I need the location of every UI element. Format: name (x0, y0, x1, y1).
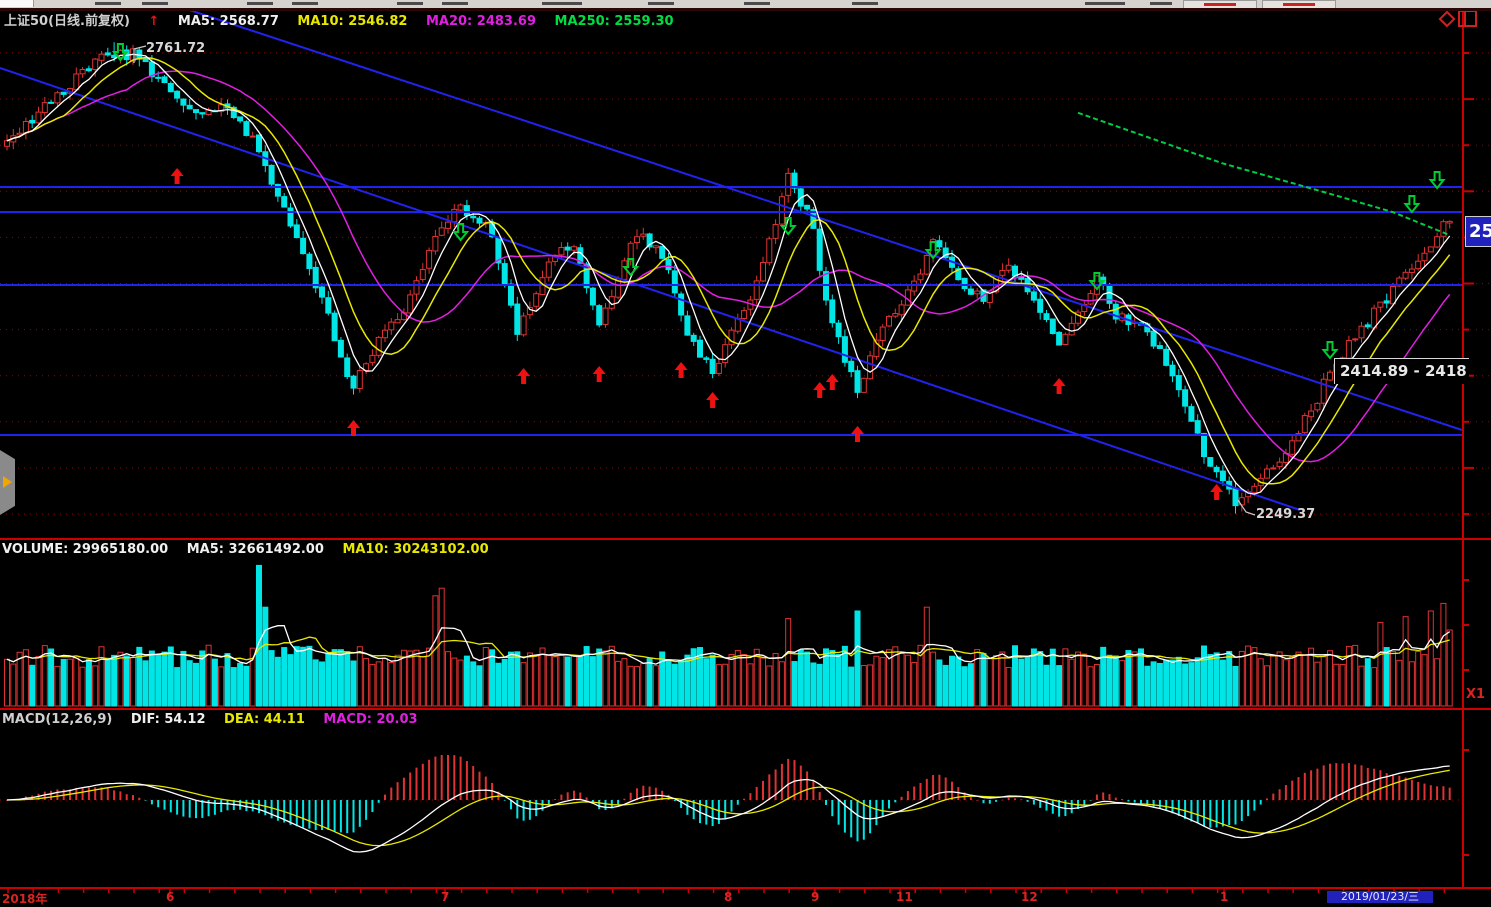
sell-arrow-icon (1324, 342, 1337, 358)
dea-value: DEA: 44.11 (224, 712, 305, 727)
buy-arrow-icon (517, 368, 530, 384)
x-axis-year-label: 2018年 (2, 890, 47, 907)
buy-arrow-icon (347, 420, 360, 436)
x-axis-month-label: 9 (811, 890, 819, 904)
volume-ma10-value: MA10: 30243102.00 (342, 542, 488, 557)
macd-formula: MACD(12,26,9) (2, 712, 112, 727)
volume-ma10-line (7, 637, 1450, 662)
price-range-readout: 2414.89 - 2418 (1334, 358, 1469, 384)
volume-bars (5, 565, 1453, 706)
buy-arrow-icon (826, 374, 839, 390)
macd-lines (7, 766, 1450, 852)
top-toolbar (0, 0, 1491, 8)
volume-value: VOLUME: 29965180.00 (2, 542, 168, 557)
buy-arrow-icon (171, 168, 184, 184)
toolbar-menu-fragment[interactable] (397, 2, 423, 5)
instrument-title: 上证50(日线.前复权) (4, 14, 130, 29)
volume-unit-label: X1 (1466, 687, 1485, 702)
ma10-value: MA10: 2546.82 (297, 14, 407, 29)
toolbar-menu-fragment[interactable] (542, 2, 582, 5)
x-axis-month-label: 6 (166, 890, 174, 904)
macd-panel-header: MACD(12,26,9) DIF: 54.12 DEA: 44.11 MACD… (2, 712, 432, 727)
toolbar-underline (0, 8, 1491, 11)
kline-chart-canvas[interactable] (0, 0, 1491, 900)
buy-arrow-icon (675, 362, 688, 378)
ma20-value: MA20: 2483.69 (426, 14, 536, 29)
dif-value: DIF: 54.12 (131, 712, 206, 727)
volume-panel-header: VOLUME: 29965180.00 MA5: 32661492.00 MA1… (2, 542, 503, 557)
cursor-date-box: 2019/01/23/三 (1327, 891, 1433, 903)
buy-arrow-icon (1210, 484, 1223, 500)
sell-button[interactable] (1262, 0, 1336, 8)
toolbar-menu-fragment[interactable] (142, 2, 168, 5)
ma-lines (7, 54, 1450, 494)
stock-app-screen: { "header": { "title": "上证50(日线.前复权)", "… (0, 0, 1491, 900)
buy-arrow-icon (593, 366, 606, 382)
period-high-label: 2761.72 (146, 41, 205, 56)
volume-ma5-value: MA5: 32661492.00 (187, 542, 324, 557)
sell-arrow-icon (1405, 196, 1418, 212)
toolbar-menu-fragment[interactable] (1085, 2, 1125, 5)
toolbar-menu-fragment[interactable] (852, 2, 878, 5)
volume-ma5-line (7, 626, 1450, 665)
ma10-line (7, 58, 1450, 484)
volume-ma-lines (7, 626, 1450, 665)
buy-arrow-icon (851, 426, 864, 442)
main-panel-header: 上证50(日线.前复权) ↑ MA5: 2568.77 MA10: 2546.8… (4, 10, 688, 29)
buy-arrow-icon (813, 382, 826, 398)
dea-line (7, 770, 1450, 845)
toolbar-menu-fragment[interactable] (95, 2, 121, 5)
x-axis-month-label: 12 (1021, 890, 1038, 904)
toolbar-menu-fragment[interactable] (744, 2, 770, 5)
buy-arrow-icon (706, 392, 719, 408)
chart-frame (0, 9, 1491, 897)
period-low-label: 2249.37 (1256, 507, 1315, 522)
x-axis-month-label: 7 (441, 890, 449, 904)
sidebar-collapse-tab[interactable] (0, 450, 15, 515)
buy-button[interactable] (1183, 0, 1257, 8)
toolbar-menu-fragment[interactable] (648, 2, 674, 5)
sell-arrow-icon (1431, 172, 1444, 188)
buy-arrow-icon (1053, 378, 1066, 394)
axis-last-price-box: 25 (1465, 216, 1491, 247)
toolbar-menu-fragment[interactable] (1150, 2, 1172, 5)
x-axis-month-label: 8 (724, 890, 732, 904)
trend-lines (0, 0, 1463, 510)
x-axis-month-label: 11 (896, 890, 913, 904)
up-arrow-icon: ↑ (148, 14, 159, 29)
expand-arrow-icon (3, 476, 12, 488)
ma20-line (7, 71, 1450, 462)
x-axis-month-label: 1 (1220, 890, 1228, 904)
ma250-value: MA250: 2559.30 (555, 14, 674, 29)
toolbar-menu-fragment[interactable] (292, 2, 318, 5)
dif-line (7, 766, 1450, 852)
ma250-line (1078, 113, 1450, 235)
toolbar-menu-fragment[interactable] (247, 2, 273, 5)
toolbar-menu-fragment[interactable] (442, 2, 468, 5)
split-window-icon[interactable] (1458, 10, 1477, 27)
candlesticks (5, 42, 1453, 513)
ma5-line (7, 54, 1450, 494)
macd-value: MACD: 20.03 (323, 712, 417, 727)
toolbar-app-icon[interactable] (0, 0, 34, 7)
ma5-value: MA5: 2568.77 (178, 14, 279, 29)
